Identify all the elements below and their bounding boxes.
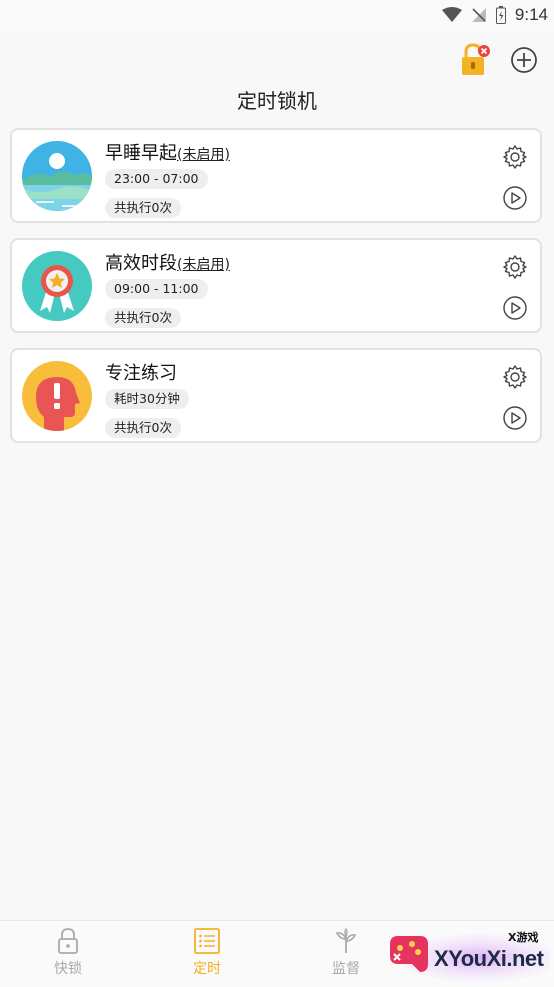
nav-tab-schedule[interactable]: 定时 <box>162 927 252 978</box>
start-button[interactable] <box>502 185 528 211</box>
run-count-chip: 共执行0次 <box>105 198 181 218</box>
status-bar: 9:14 <box>0 0 554 30</box>
schedule-card-productive[interactable]: 高效时段(未启用) 09:00 - 11:00 共执行0次 <box>10 238 542 333</box>
settings-button[interactable] <box>502 254 528 280</box>
schedule-name: 早睡早起 <box>105 143 177 164</box>
play-circle-icon <box>503 406 527 430</box>
schedule-name: 专注练习 <box>105 363 177 384</box>
sunrise-lake-icon <box>22 141 92 211</box>
padlock-icon <box>58 928 78 954</box>
play-circle-icon <box>503 186 527 210</box>
gear-icon <box>503 365 527 389</box>
nav-tab-quick-lock[interactable]: 快锁 <box>23 927 113 978</box>
settings-button[interactable] <box>502 144 528 170</box>
watermark-brand: XYouXi.net <box>434 946 544 971</box>
watermark-tag: X游戏 <box>508 931 539 944</box>
lock-status-button[interactable] <box>458 42 492 78</box>
schedule-state: (未启用) <box>177 147 230 163</box>
nav-label: 定时 <box>193 961 221 977</box>
schedule-card-focus[interactable]: 专注练习 耗时30分钟 共执行0次 <box>10 348 542 443</box>
schedule-card-early-sleep[interactable]: 早睡早起(未启用) 23:00 - 07:00 共执行0次 <box>10 128 542 223</box>
unlocked-padlock-icon <box>462 43 490 75</box>
schedule-list-icon <box>194 928 220 954</box>
page-title: 定时锁机 <box>237 89 317 113</box>
start-button[interactable] <box>502 295 528 321</box>
add-schedule-button[interactable] <box>509 45 539 75</box>
schedule-title: 早睡早起(未启用) <box>105 139 230 165</box>
nav-label: 监督 <box>332 961 360 977</box>
start-button[interactable] <box>502 405 528 431</box>
schedule-title: 专注练习 <box>105 359 177 385</box>
nav-label: 快锁 <box>54 961 82 977</box>
schedule-state: (未启用) <box>177 257 230 273</box>
duration-chip: 耗时30分钟 <box>105 389 189 409</box>
run-count-chip: 共执行0次 <box>105 308 181 328</box>
schedule-title: 高效时段(未启用) <box>105 249 230 275</box>
plus-circle-icon <box>511 47 537 73</box>
head-alert-icon <box>22 361 92 431</box>
gear-icon <box>503 255 527 279</box>
gear-icon <box>503 145 527 169</box>
time-range-chip: 09:00 - 11:00 <box>105 279 208 299</box>
sprout-icon <box>335 927 357 953</box>
play-circle-icon <box>503 296 527 320</box>
nav-tab-supervise[interactable]: 监督 <box>301 927 391 978</box>
wifi-icon <box>441 7 462 22</box>
settings-button[interactable] <box>502 364 528 390</box>
run-count-chip: 共执行0次 <box>105 418 181 438</box>
no-signal-icon <box>471 8 486 22</box>
battery-icon <box>495 6 506 24</box>
schedule-name: 高效时段 <box>105 253 177 274</box>
ribbon-medal-icon <box>22 251 92 321</box>
clock: 9:14 <box>514 5 548 24</box>
time-range-chip: 23:00 - 07:00 <box>105 169 208 189</box>
